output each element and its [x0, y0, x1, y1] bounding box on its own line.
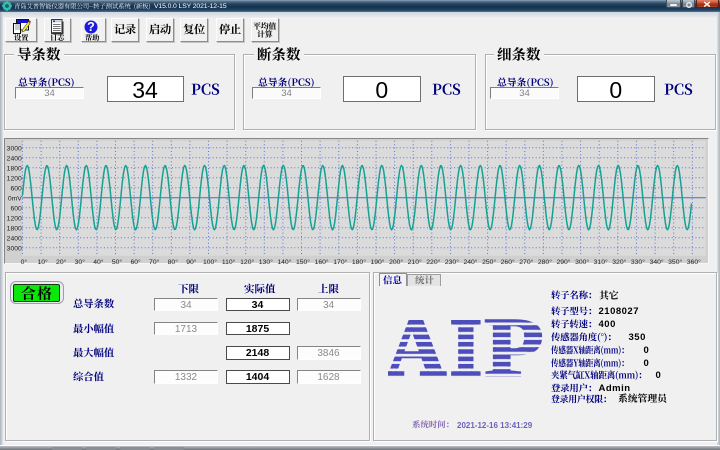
- svg-text:170°: 170°: [333, 258, 347, 264]
- svg-text:I: I: [450, 319, 483, 379]
- svg-text:110°: 110°: [221, 258, 235, 264]
- svg-text:?: ?: [87, 20, 95, 34]
- svg-text:40°: 40°: [93, 258, 104, 264]
- svg-text:360°: 360°: [686, 258, 700, 264]
- svg-text:0mV: 0mV: [7, 195, 21, 202]
- svg-text:70°: 70°: [149, 258, 160, 264]
- svg-text:100°: 100°: [202, 258, 216, 264]
- svg-text:210°: 210°: [407, 258, 421, 264]
- svg-text:290°: 290°: [556, 258, 570, 264]
- svg-text:120°: 120°: [240, 258, 254, 264]
- svg-text:330°: 330°: [630, 258, 644, 264]
- svg-text:190°: 190°: [370, 258, 384, 264]
- svg-text:270°: 270°: [519, 258, 533, 264]
- svg-text:600: 600: [10, 205, 22, 212]
- svg-text:340°: 340°: [649, 258, 663, 264]
- svg-text:250°: 250°: [482, 258, 496, 264]
- svg-text:1200: 1200: [6, 175, 21, 182]
- svg-text:2400: 2400: [6, 235, 21, 242]
- svg-text:200°: 200°: [389, 258, 403, 264]
- svg-text:90°: 90°: [186, 258, 197, 264]
- svg-text:60°: 60°: [130, 258, 141, 264]
- svg-text:320°: 320°: [612, 258, 626, 264]
- svg-text:P: P: [485, 319, 544, 379]
- svg-text:1800: 1800: [6, 225, 21, 232]
- svg-text:1200: 1200: [6, 215, 21, 222]
- svg-text:230°: 230°: [444, 258, 458, 264]
- svg-text:80°: 80°: [167, 258, 178, 264]
- svg-text:30°: 30°: [74, 258, 85, 264]
- svg-text:140°: 140°: [277, 258, 291, 264]
- svg-text:280°: 280°: [537, 258, 551, 264]
- svg-text:20°: 20°: [56, 258, 67, 264]
- svg-text:350°: 350°: [668, 258, 682, 264]
- svg-text:300°: 300°: [575, 258, 589, 264]
- svg-text:240°: 240°: [463, 258, 477, 264]
- svg-text:310°: 310°: [593, 258, 607, 264]
- svg-text:180°: 180°: [351, 258, 365, 264]
- svg-text:260°: 260°: [500, 258, 514, 264]
- svg-text:130°: 130°: [258, 258, 272, 264]
- svg-text:3000: 3000: [6, 145, 21, 152]
- svg-text:10°: 10°: [37, 258, 48, 264]
- svg-text:600: 600: [10, 185, 22, 192]
- svg-text:1800: 1800: [6, 165, 21, 172]
- svg-text:220°: 220°: [426, 258, 440, 264]
- svg-text:3000: 3000: [6, 245, 21, 252]
- svg-text:160°: 160°: [314, 258, 328, 264]
- svg-text:2400: 2400: [6, 155, 21, 162]
- svg-text:50°: 50°: [111, 258, 122, 264]
- svg-text:150°: 150°: [295, 258, 309, 264]
- svg-text:A: A: [388, 319, 447, 379]
- svg-text:0°: 0°: [20, 258, 27, 264]
